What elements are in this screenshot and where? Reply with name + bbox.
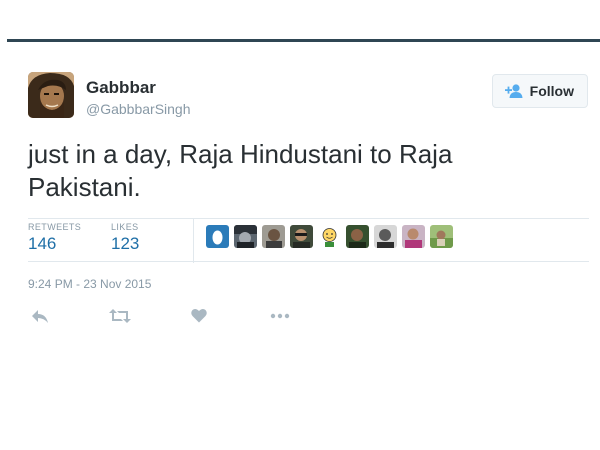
liker-avatars — [206, 225, 453, 249]
divider-bottom — [28, 261, 589, 262]
add-user-icon — [504, 84, 524, 98]
follow-button[interactable]: Follow — [491, 74, 588, 108]
retweets-stat[interactable]: RETWEETS 146 — [28, 222, 81, 254]
liker-avatar-4[interactable] — [290, 225, 313, 248]
tweet-text: just in a day, Raja Hindustani to Raja P… — [28, 139, 453, 202]
tweet-stats: RETWEETS 146 LIKES 123 — [28, 219, 589, 263]
likes-count: 123 — [111, 234, 140, 253]
stats-divider — [193, 219, 194, 263]
author-avatar[interactable] — [28, 72, 74, 118]
tweet-card: Gabbbar @GabbbarSingh Follow just in a d… — [28, 72, 590, 323]
liker-avatar-2[interactable] — [234, 225, 257, 248]
retweets-count: 146 — [28, 234, 57, 253]
author-name[interactable]: Gabbbar — [86, 78, 156, 98]
more-icon[interactable] — [269, 308, 291, 329]
liker-avatar-egg[interactable] — [206, 225, 229, 248]
tweet-actions — [28, 308, 328, 328]
top-rule — [7, 39, 600, 42]
follow-label: Follow — [529, 83, 574, 99]
retweet-icon[interactable] — [109, 308, 131, 329]
tweet-timestamp[interactable]: 9:24 PM - 23 Nov 2015 — [28, 277, 151, 291]
liker-avatar-8[interactable] — [402, 225, 425, 248]
likes-label: LIKES — [111, 222, 139, 232]
retweets-label: RETWEETS — [28, 222, 82, 232]
tweet-header: Gabbbar @GabbbarSingh Follow — [28, 72, 590, 122]
author-handle[interactable]: @GabbbarSingh — [86, 101, 191, 117]
liker-avatar-7[interactable] — [374, 225, 397, 248]
reply-icon[interactable] — [31, 308, 49, 329]
liker-avatar-3[interactable] — [262, 225, 285, 248]
liker-avatar-9[interactable] — [430, 225, 453, 248]
like-icon[interactable] — [191, 308, 207, 328]
likes-stat[interactable]: LIKES 123 — [111, 222, 139, 254]
liker-avatar-6[interactable] — [346, 225, 369, 248]
liker-avatar-smiley[interactable] — [318, 225, 341, 248]
